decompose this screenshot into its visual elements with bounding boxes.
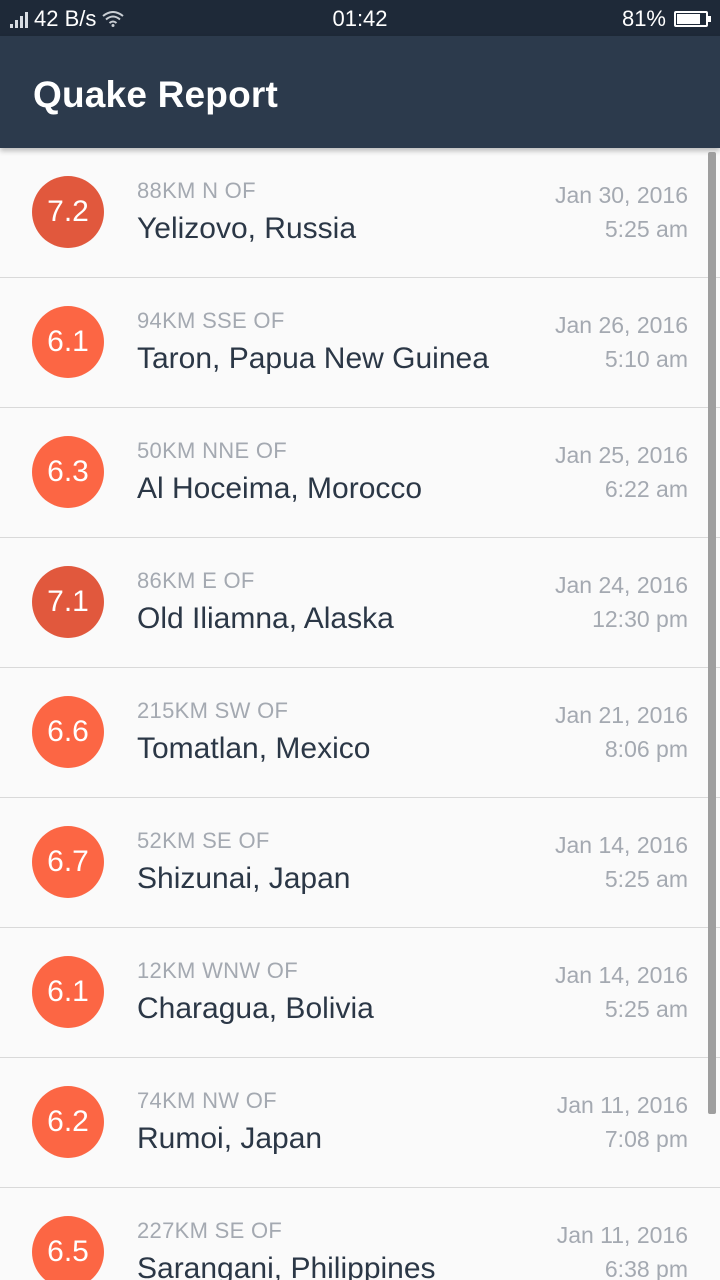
primary-location: Charagua, Bolivia <box>137 992 374 1025</box>
quake-time: 6:38 pm <box>604 1256 688 1280</box>
earthquake-list-item[interactable]: 6.1 12KM WNW OF Charagua, Bolivia Jan 14… <box>0 928 720 1058</box>
location-offset: 50KM NNE OF <box>137 438 287 463</box>
app-bar: Quake Report <box>0 36 720 148</box>
magnitude-circle: 6.1 <box>32 956 104 1028</box>
primary-location: Yelizovo, Russia <box>137 212 357 245</box>
location-offset: 94KM SSE OF <box>137 308 285 333</box>
primary-location: Sarangani, Philippines <box>137 1252 436 1280</box>
magnitude-circle: 7.2 <box>32 176 104 248</box>
earthquake-list-item[interactable]: 6.6 215KM SW OF Tomatlan, Mexico Jan 21,… <box>0 668 720 798</box>
location-offset: 86KM E OF <box>137 568 255 593</box>
quake-date: Jan 11, 2016 <box>556 1222 688 1248</box>
primary-location: Shizunai, Japan <box>137 862 351 895</box>
scrollbar[interactable] <box>708 152 716 1114</box>
earthquake-list-item[interactable]: 6.3 50KM NNE OF Al Hoceima, Morocco Jan … <box>0 408 720 538</box>
battery-percent: 81% <box>621 6 666 31</box>
magnitude-circle: 6.5 <box>32 1216 104 1280</box>
magnitude-circle: 7.1 <box>32 566 104 638</box>
location-offset: 12KM WNW OF <box>137 958 298 983</box>
status-time: 01:42 <box>332 6 388 31</box>
primary-location: Rumoi, Japan <box>137 1122 323 1155</box>
earthquake-list-item[interactable]: 6.2 74KM NW OF Rumoi, Japan Jan 11, 2016… <box>0 1058 720 1188</box>
quake-time: 6:22 am <box>604 476 688 502</box>
battery-fill <box>677 14 700 24</box>
quake-time: 5:10 am <box>604 346 688 372</box>
magnitude-circle: 6.2 <box>32 1086 104 1158</box>
earthquake-list-item[interactable]: 7.1 86KM E OF Old Iliamna, Alaska Jan 24… <box>0 538 720 668</box>
location-offset: 215KM SW OF <box>137 698 289 723</box>
earthquake-list[interactable]: 7.2 88KM N OF Yelizovo, Russia Jan 30, 2… <box>0 148 720 1280</box>
location-offset: 227KM SE OF <box>137 1218 283 1243</box>
earthquake-list-item[interactable]: 6.7 52KM SE OF Shizunai, Japan Jan 14, 2… <box>0 798 720 928</box>
quake-date: Jan 30, 2016 <box>554 182 688 208</box>
earthquake-list-item[interactable]: 7.2 88KM N OF Yelizovo, Russia Jan 30, 2… <box>0 148 720 278</box>
primary-location: Tomatlan, Mexico <box>137 732 371 765</box>
status-right: 81% <box>621 6 711 32</box>
magnitude-circle: 6.3 <box>32 436 104 508</box>
quake-date: Jan 26, 2016 <box>554 312 688 338</box>
quake-date: Jan 14, 2016 <box>554 962 688 988</box>
quake-date: Jan 14, 2016 <box>554 832 688 858</box>
quake-date: Jan 11, 2016 <box>556 1092 688 1118</box>
magnitude-circle: 6.6 <box>32 696 104 768</box>
location-offset: 88KM N OF <box>137 178 256 203</box>
earthquake-list-item[interactable]: 6.5 227KM SE OF Sarangani, Philippines J… <box>0 1188 720 1280</box>
quake-date: Jan 25, 2016 <box>554 442 688 468</box>
quake-time: 5:25 am <box>604 216 688 242</box>
magnitude-circle: 6.1 <box>32 306 104 378</box>
quake-date: Jan 24, 2016 <box>554 572 688 598</box>
primary-location: Taron, Papua New Guinea <box>137 342 489 375</box>
primary-location: Old Iliamna, Alaska <box>137 602 394 635</box>
app-title: Quake Report <box>33 74 279 115</box>
earthquake-list-item[interactable]: 6.1 94KM SSE OF Taron, Papua New Guinea … <box>0 278 720 408</box>
quake-time: 7:08 pm <box>604 1126 688 1152</box>
magnitude-circle: 6.7 <box>32 826 104 898</box>
quake-time: 5:25 am <box>604 996 688 1022</box>
battery-icon <box>674 11 711 27</box>
quake-date: Jan 21, 2016 <box>554 702 688 728</box>
location-offset: 52KM SE OF <box>137 828 270 853</box>
primary-location: Al Hoceima, Morocco <box>137 472 423 505</box>
quake-time: 12:30 pm <box>592 606 688 632</box>
location-offset: 74KM NW OF <box>137 1088 277 1113</box>
status-bar: 42 B/s 01:42 81% <box>0 0 720 36</box>
quake-time: 8:06 pm <box>604 736 688 762</box>
quake-time: 5:25 am <box>604 866 688 892</box>
